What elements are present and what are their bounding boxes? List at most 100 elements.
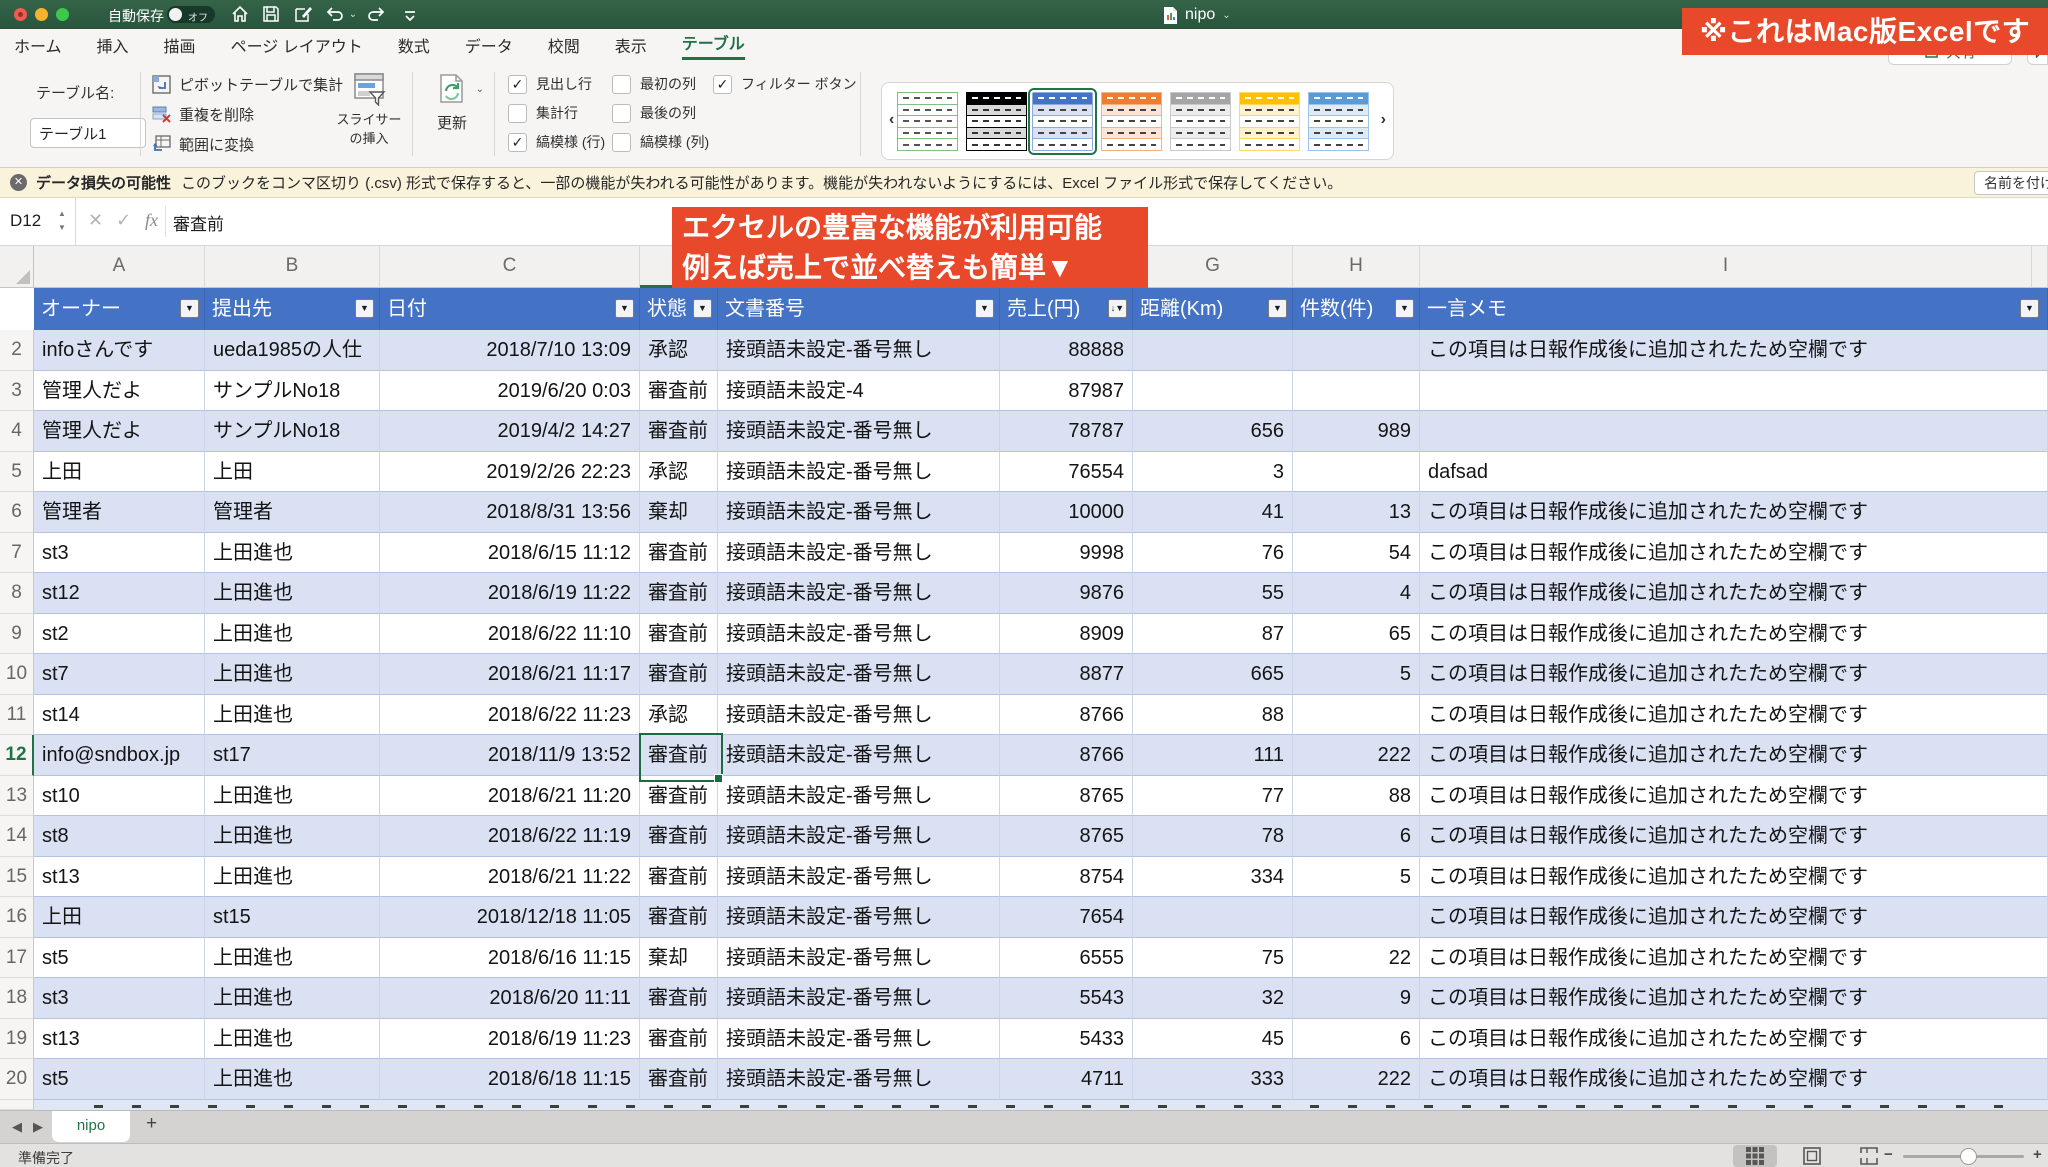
table-style-thumbnail[interactable] — [897, 92, 958, 151]
cell[interactable]: 4711 — [1000, 1059, 1133, 1100]
summarize-with-pivot-button[interactable]: ピボットテーブルで集計 — [152, 72, 343, 96]
cell[interactable]: 2018/6/19 11:23 — [380, 1019, 640, 1060]
cell[interactable]: st13 — [34, 857, 205, 898]
cell[interactable] — [1420, 371, 2048, 412]
cell[interactable]: 審査前 — [640, 614, 718, 655]
cell[interactable]: 審査前 — [640, 978, 718, 1019]
table-header-cell[interactable]: 一言メモ▼ — [1420, 288, 2048, 330]
cell[interactable]: 8877 — [1000, 654, 1133, 695]
filter-button[interactable]: ▼ — [615, 299, 634, 318]
cell[interactable]: 75 — [1133, 938, 1293, 979]
ribbon-checkbox-option[interactable]: ✓縞模様 (行) — [508, 132, 605, 152]
row-header-15[interactable]: 15 — [0, 857, 34, 898]
toolbar-options-icon[interactable] — [400, 4, 422, 26]
cell[interactable]: この項目は日報作成後に追加されたため空欄です — [1420, 857, 2048, 898]
cell[interactable]: 5543 — [1000, 978, 1133, 1019]
cell[interactable]: 接頭語未設定-番号無し — [718, 816, 1000, 857]
cell[interactable]: 承認 — [640, 330, 718, 371]
fill-handle[interactable] — [714, 774, 723, 783]
cell[interactable]: 審査前 — [640, 573, 718, 614]
column-header-extra[interactable] — [2032, 246, 2048, 288]
gallery-scroll-right-icon[interactable]: › — [1381, 111, 1386, 129]
filter-button[interactable]: ▼ — [1268, 299, 1287, 318]
cell[interactable]: この項目は日報作成後に追加されたため空欄です — [1420, 816, 2048, 857]
cell[interactable]: 接頭語未設定-番号無し — [718, 573, 1000, 614]
cell[interactable]: 上田進也 — [205, 938, 380, 979]
cell[interactable]: 88 — [1293, 776, 1420, 817]
filter-button[interactable]: ▼ — [2020, 299, 2039, 318]
cell[interactable]: 審査前 — [640, 776, 718, 817]
cell[interactable]: 2018/12/18 11:05 — [380, 897, 640, 938]
cell[interactable] — [1133, 897, 1293, 938]
cell[interactable]: サンプルNo18 — [205, 411, 380, 452]
cell[interactable]: 接頭語未設定-番号無し — [718, 452, 1000, 493]
cell[interactable]: 審査前 — [640, 897, 718, 938]
cell[interactable] — [1420, 411, 2048, 452]
cell[interactable]: 管理者 — [205, 492, 380, 533]
remove-duplicates-button[interactable]: 重複を削除 — [152, 102, 254, 126]
ribbon-tab[interactable]: 描画 — [164, 33, 196, 57]
cell[interactable] — [1133, 371, 1293, 412]
cell[interactable] — [1293, 695, 1420, 736]
convert-to-range-button[interactable]: 範囲に変換 — [152, 132, 254, 156]
table-name-input[interactable] — [30, 118, 146, 148]
table-header-cell[interactable]: 文書番号▼ — [718, 288, 1000, 330]
cell[interactable]: 989 — [1293, 411, 1420, 452]
cell[interactable]: サンプルNo18 — [205, 371, 380, 412]
cell[interactable]: st17 — [205, 735, 380, 776]
home-icon[interactable] — [230, 4, 252, 26]
filter-button[interactable]: ▼ — [693, 299, 712, 318]
row-header-9[interactable]: 9 — [0, 614, 34, 655]
ribbon-tab[interactable]: 校閲 — [548, 33, 580, 57]
cell[interactable]: st8 — [34, 816, 205, 857]
cell[interactable]: 上田進也 — [205, 1019, 380, 1060]
cell[interactable]: 接頭語未設定-番号無し — [718, 776, 1000, 817]
cell[interactable]: 5433 — [1000, 1019, 1133, 1060]
sheet-nav-right-icon[interactable]: ▶ — [33, 1119, 43, 1135]
row-header-17[interactable]: 17 — [0, 938, 34, 979]
cell[interactable]: 78 — [1133, 816, 1293, 857]
cell[interactable]: 8765 — [1000, 776, 1133, 817]
filter-sort-button[interactable]: ↓▼ — [1108, 299, 1127, 318]
filter-button[interactable]: ▼ — [180, 299, 199, 318]
row-header-12[interactable]: 12 — [0, 735, 34, 776]
cell[interactable]: 上田進也 — [205, 614, 380, 655]
cell[interactable]: 棄却 — [640, 938, 718, 979]
cell[interactable]: 54 — [1293, 533, 1420, 574]
cell[interactable]: 2018/6/21 11:17 — [380, 654, 640, 695]
cell[interactable]: 333 — [1133, 1059, 1293, 1100]
cell[interactable]: この項目は日報作成後に追加されたため空欄です — [1420, 735, 2048, 776]
row-header-5[interactable]: 5 — [0, 452, 34, 493]
cell[interactable]: 上田 — [34, 452, 205, 493]
cell[interactable]: 9 — [1293, 978, 1420, 1019]
cell[interactable]: 2018/6/21 11:20 — [380, 776, 640, 817]
cell[interactable]: 接頭語未設定-番号無し — [718, 492, 1000, 533]
cell[interactable]: 接頭語未設定-番号無し — [718, 857, 1000, 898]
gallery-scroll-left-icon[interactable]: ‹ — [889, 111, 894, 129]
column-header-C[interactable]: C — [380, 246, 640, 288]
row-header-11[interactable]: 11 — [0, 695, 34, 736]
cell[interactable]: この項目は日報作成後に追加されたため空欄です — [1420, 978, 2048, 1019]
cell[interactable]: 8766 — [1000, 735, 1133, 776]
column-header-G[interactable]: G — [1133, 246, 1293, 288]
cell[interactable]: 上田 — [34, 897, 205, 938]
cell[interactable]: 10000 — [1000, 492, 1133, 533]
cell[interactable]: この項目は日報作成後に追加されたため空欄です — [1420, 654, 2048, 695]
cell[interactable]: 5 — [1293, 857, 1420, 898]
column-header-A[interactable]: A — [34, 246, 205, 288]
cell[interactable]: 接頭語未設定-番号無し — [718, 978, 1000, 1019]
formula-input[interactable]: 審査前 — [173, 210, 224, 235]
cell[interactable]: st15 — [205, 897, 380, 938]
cell[interactable]: 2018/6/22 11:23 — [380, 695, 640, 736]
cell[interactable]: st14 — [34, 695, 205, 736]
cell[interactable]: 8909 — [1000, 614, 1133, 655]
cell[interactable]: 接頭語未設定-番号無し — [718, 938, 1000, 979]
cell[interactable]: 9998 — [1000, 533, 1133, 574]
cell[interactable]: 上田進也 — [205, 816, 380, 857]
cell[interactable]: st2 — [34, 614, 205, 655]
normal-view-button[interactable] — [1733, 1145, 1777, 1167]
cell[interactable]: 3 — [1133, 452, 1293, 493]
ribbon-tab[interactable]: ホーム — [14, 33, 62, 57]
filter-button[interactable]: ▼ — [975, 299, 994, 318]
zoom-in-icon[interactable]: + — [2033, 1146, 2042, 1163]
